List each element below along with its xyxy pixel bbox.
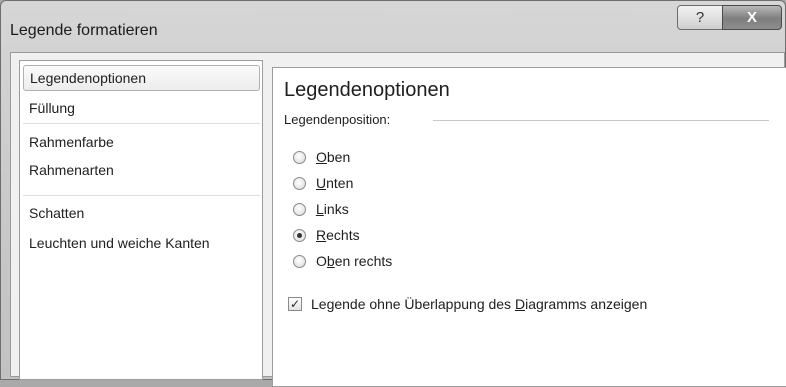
sidebar-item-fuellung[interactable]: Füllung <box>23 95 260 121</box>
help-button[interactable]: ? <box>677 5 723 30</box>
checkmark-icon: ✓ <box>289 297 301 311</box>
sidebar-item-leuchten[interactable]: Leuchten und weiche Kanten <box>23 230 260 256</box>
radio-label: Rechts <box>316 227 360 243</box>
checkbox-label: Legende ohne Überlappung des Diagramms a… <box>311 296 648 312</box>
legend-position-label: Legendenposition: <box>284 112 391 127</box>
radio-oben-rechts[interactable]: Oben rechts <box>293 250 392 272</box>
checkbox-checked-icon[interactable]: ✓ <box>288 297 302 311</box>
sidebar-item-rahmenarten[interactable]: Rahmenarten <box>23 157 260 183</box>
category-list: Legendenoptionen Füllung Rahmenfarbe Rah… <box>19 60 263 380</box>
radio-button-icon[interactable] <box>293 150 306 164</box>
dialog-client-area: Legendenoptionen Füllung Rahmenfarbe Rah… <box>10 52 786 387</box>
close-icon: X <box>746 9 757 26</box>
radio-button-icon[interactable] <box>293 202 306 216</box>
options-panel: Legendenoptionen Legendenposition: Oben … <box>272 67 786 387</box>
radio-label: Oben <box>316 149 351 165</box>
radio-button-icon[interactable] <box>293 254 306 268</box>
radio-label: Unten <box>316 175 354 191</box>
sidebar-item-schatten[interactable]: Schatten <box>23 200 260 226</box>
help-icon: ? <box>695 9 705 26</box>
sidebar-divider <box>23 123 260 124</box>
radio-label: Oben rechts <box>316 253 393 269</box>
sidebar-item-legendenoptionen[interactable]: Legendenoptionen <box>23 65 260 91</box>
group-divider <box>433 120 769 121</box>
sidebar-item-label: Rahmenarten <box>29 162 114 178</box>
radio-links[interactable]: Links <box>293 198 349 220</box>
radio-unten[interactable]: Unten <box>293 172 353 194</box>
sidebar-item-label: Schatten <box>29 205 85 221</box>
page-title: Legendenoptionen <box>284 79 450 101</box>
dialog-window: Legende formatieren ? X Legendenoptionen… <box>0 0 786 387</box>
sidebar-item-label: Rahmenfarbe <box>29 134 114 150</box>
sidebar-item-label: Legendenoptionen <box>30 70 147 86</box>
sidebar-divider <box>23 195 260 196</box>
sidebar-item-rahmenfarbe[interactable]: Rahmenfarbe <box>23 129 260 155</box>
radio-button-checked-icon[interactable] <box>293 228 306 242</box>
dialog-title: Legende formatieren <box>10 22 158 39</box>
radio-oben[interactable]: Oben <box>293 146 350 168</box>
radio-button-icon[interactable] <box>293 176 306 190</box>
overlap-checkbox-row[interactable]: ✓ Legende ohne Überlappung des Diagramms… <box>288 293 647 315</box>
sidebar-item-label: Füllung <box>29 100 75 116</box>
close-button[interactable]: X <box>722 5 782 30</box>
radio-rechts[interactable]: Rechts <box>293 224 360 246</box>
radio-label: Links <box>316 201 349 217</box>
sidebar-item-label: Leuchten und weiche Kanten <box>29 235 210 251</box>
